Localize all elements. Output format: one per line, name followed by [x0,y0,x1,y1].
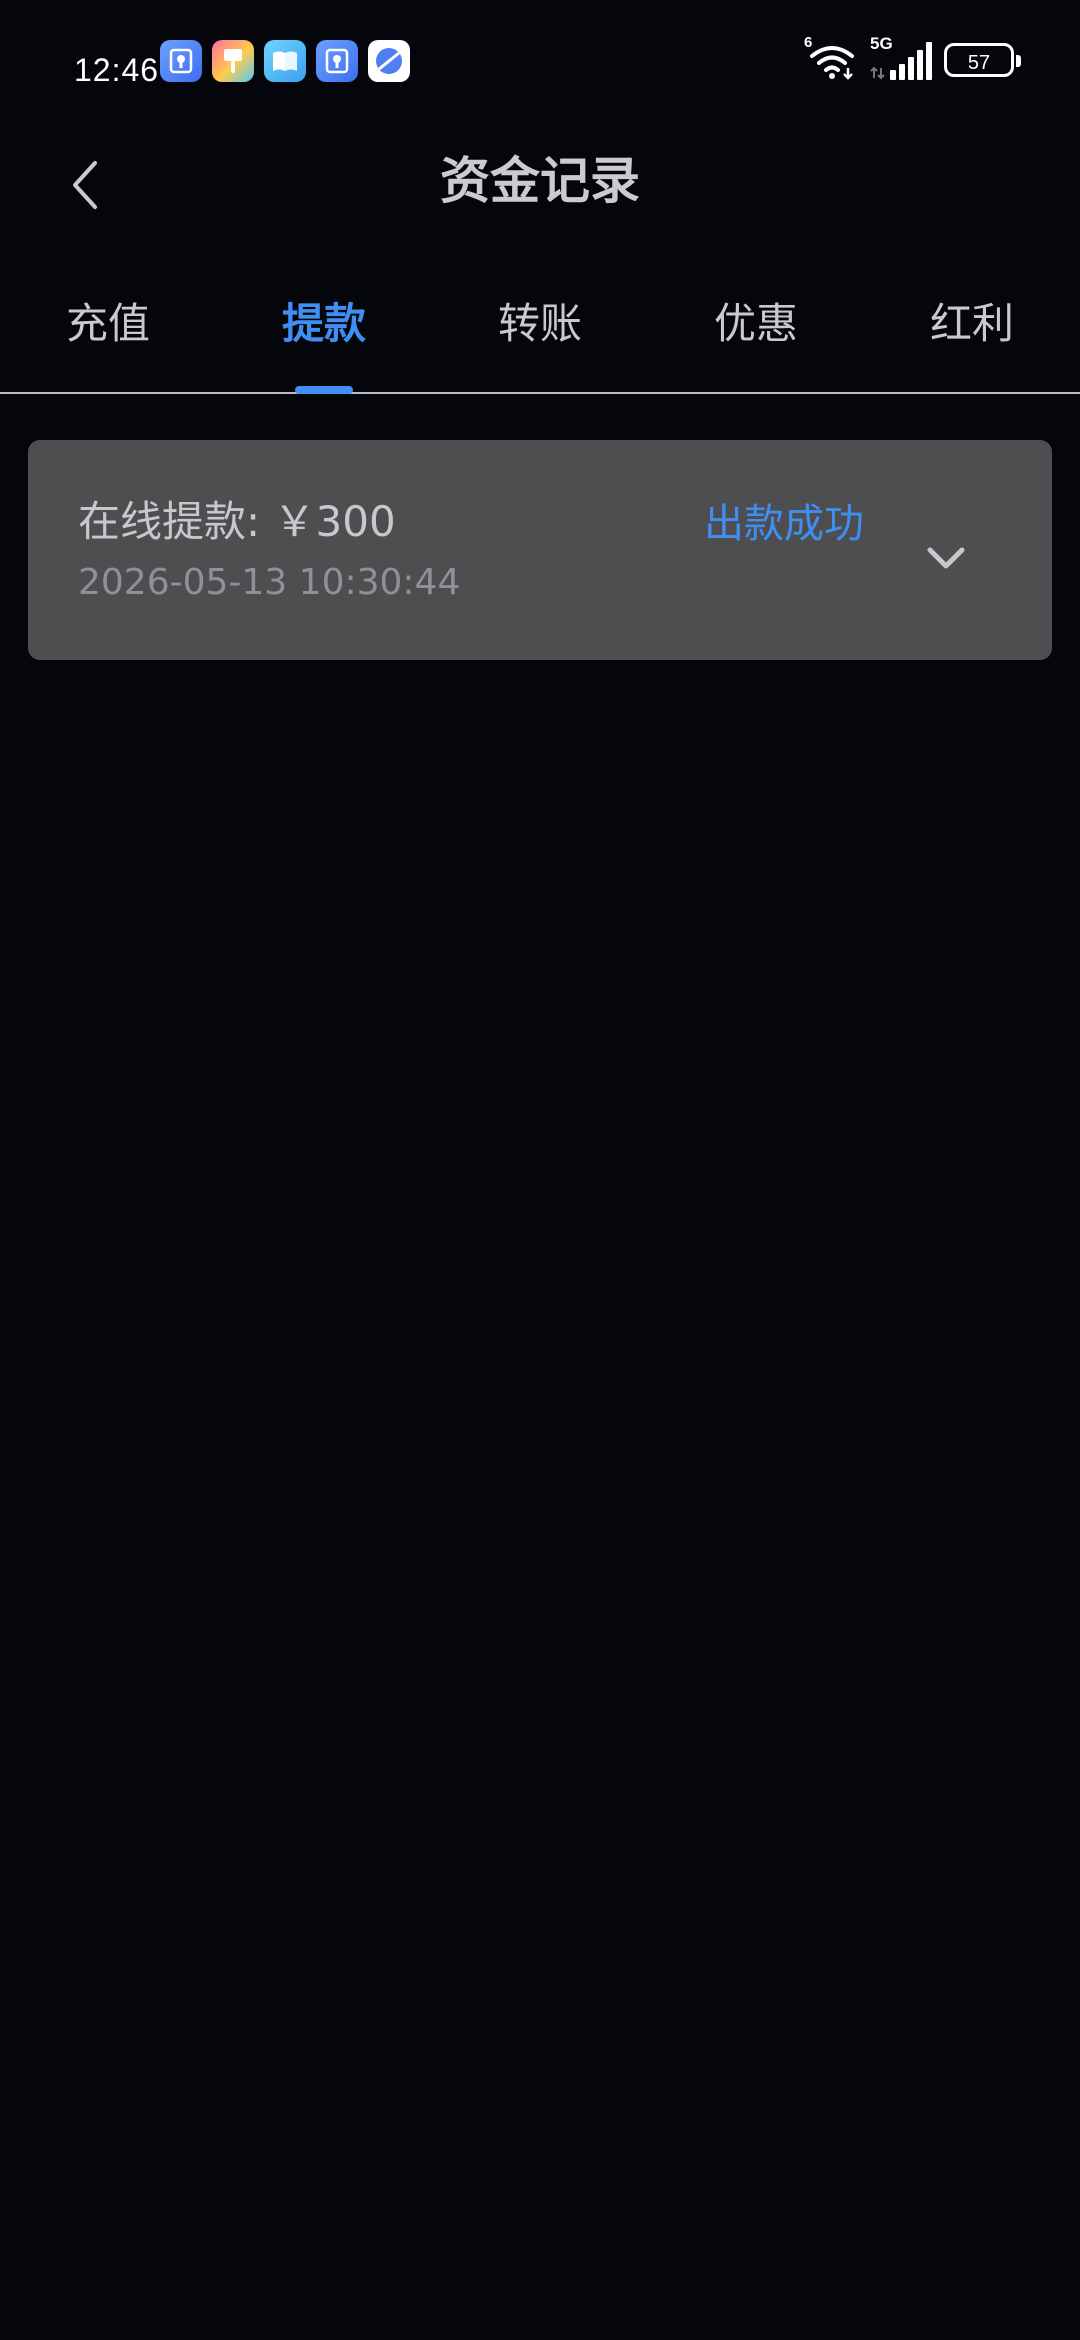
active-tab-indicator [295,386,353,394]
tab-bonus[interactable]: 红利 [864,294,1080,354]
security-app-icon [316,40,358,82]
status-time: 12:46 [74,52,160,88]
tab-deposit[interactable]: 充值 [0,294,216,354]
record-status: 出款成功 [704,501,864,547]
browser-app-icon [368,40,410,82]
record-title: 在线提款: ￥300 [78,497,396,546]
book-app-icon [264,40,306,82]
expand-toggle[interactable] [918,530,974,586]
notification-icons [160,40,410,82]
paint-app-icon [212,40,254,82]
cellular-signal-icon: 5G [870,34,934,82]
tab-transfer[interactable]: 转账 [432,294,648,354]
tab-withdrawal[interactable]: 提款 [216,294,432,354]
page-title: 资金记录 [440,152,640,210]
record-timestamp: 2026-05-13 10:30:44 [78,562,461,603]
chevron-down-icon [927,547,965,569]
tab-bar: 充值 提款 转账 优惠 红利 [0,280,1080,394]
header: 资金记录 [0,130,1080,240]
battery-level: 57 [967,52,991,74]
security-app-icon [160,40,202,82]
record-card[interactable]: 在线提款: ￥300 2026-05-13 10:30:44 出款成功 [28,440,1052,660]
battery-icon: 57 [944,43,1021,77]
status-indicators: 6 5G 57 [804,34,1021,82]
wifi-icon: 6 [804,34,860,82]
tab-promotions[interactable]: 优惠 [648,294,864,354]
status-bar: 12:46 6 5G 57 [0,0,1080,120]
